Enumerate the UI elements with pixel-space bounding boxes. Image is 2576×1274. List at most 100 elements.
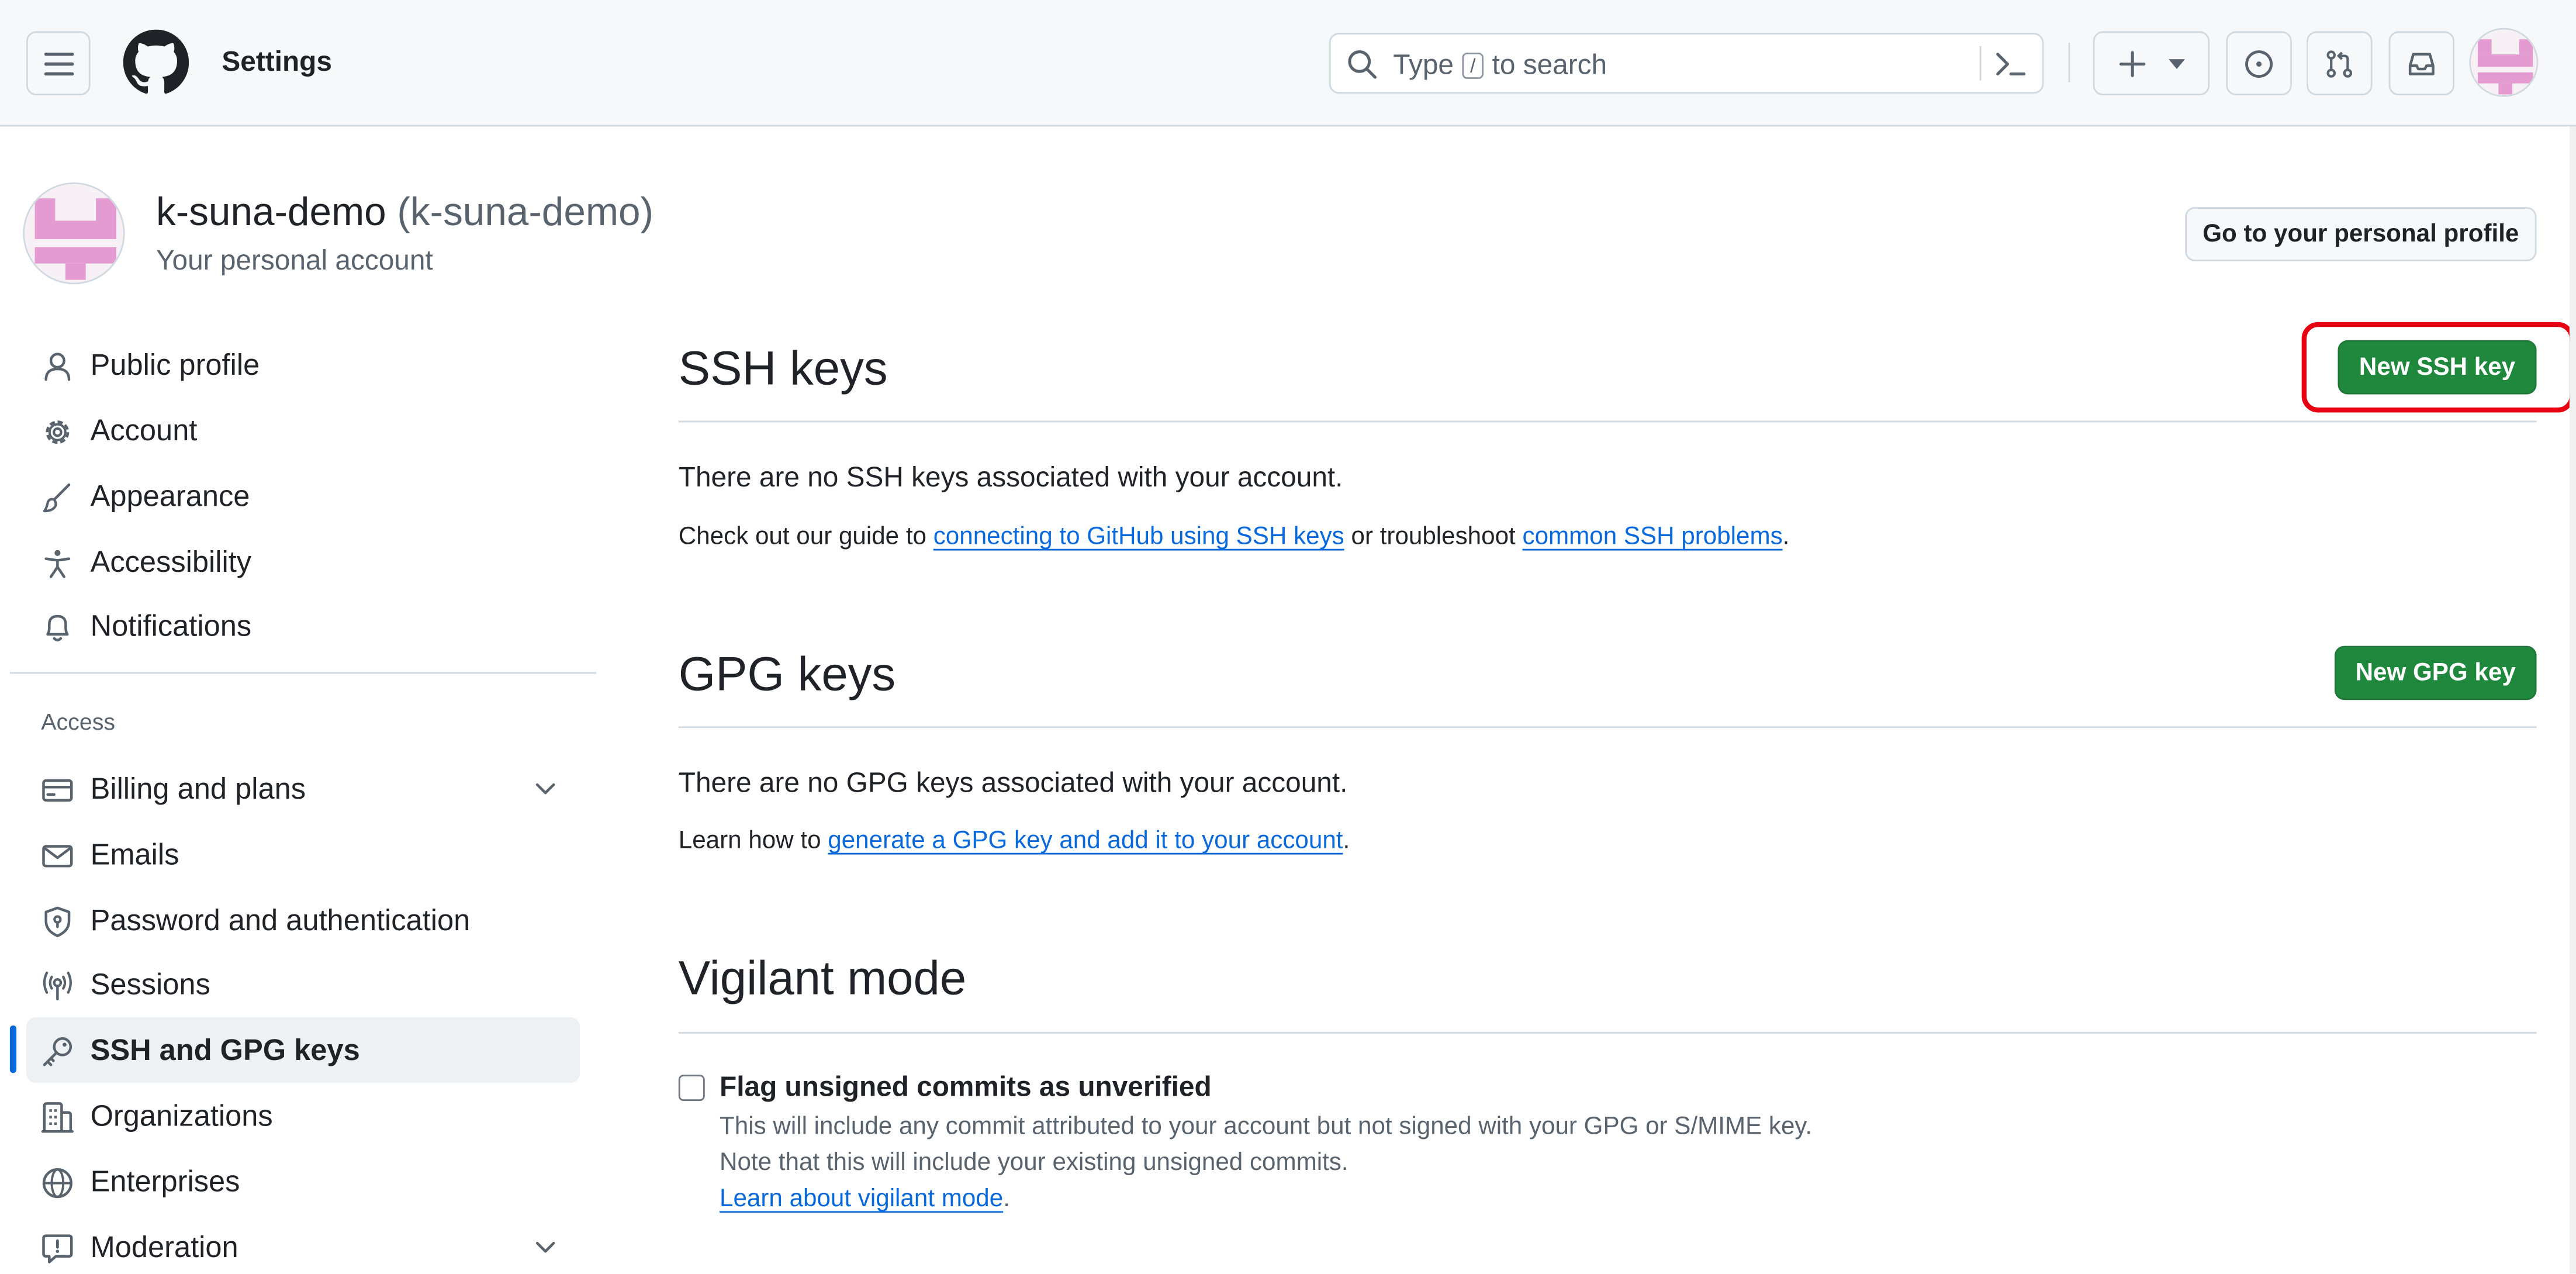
paintbrush-icon [43, 483, 71, 513]
context-title[interactable]: Settings [222, 46, 331, 79]
command-palette-icon[interactable] [1994, 49, 2027, 79]
settings-page: Settings Type / to search k-suna-demo (k… [0, 0, 2576, 1274]
vigilant-divider [678, 1032, 2537, 1034]
sidebar-item-ssh-gpg-keys[interactable]: SSH and GPG keys [26, 1017, 580, 1083]
sidebar-item-label: Account [90, 414, 198, 447]
menu-button[interactable] [26, 31, 91, 96]
search-placeholder: Type / to search [1393, 49, 1607, 82]
active-indicator [9, 1025, 17, 1073]
sidebar-item-label: Enterprises [90, 1165, 240, 1198]
sidebar-item-public-profile[interactable]: Public profile [26, 332, 580, 398]
accessibility-icon [44, 550, 71, 578]
account-subtitle: Your personal account [156, 244, 433, 277]
pull-requests-button[interactable] [2307, 31, 2373, 96]
chevron-down-icon[interactable] [534, 1236, 556, 1259]
sidebar-item-label: Notifications [90, 609, 252, 643]
gpg-learn-end: . [1343, 826, 1350, 855]
new-gpg-key-button[interactable]: New GPG key [2334, 645, 2537, 700]
identicon-avatar-icon [25, 184, 123, 283]
scrollbar-track[interactable] [2569, 126, 2576, 1274]
issues-button[interactable] [2226, 31, 2292, 96]
account-name: k-suna-demo (k-suna-demo) [156, 191, 653, 237]
search-divider [1979, 46, 1982, 81]
sidebar-item-label: Billing and plans [90, 772, 306, 806]
vigilant-learn-end: . [1003, 1185, 1010, 1213]
plus-icon [2118, 50, 2145, 77]
flag-unsigned-commits-checkbox[interactable] [678, 1075, 705, 1102]
sidebar-item-label: Organizations [90, 1099, 273, 1133]
sidebar-item-organizations[interactable]: Organizations [26, 1083, 580, 1148]
caret-down-icon [2167, 58, 2184, 68]
sidebar-item-label: Password and authentication [90, 903, 471, 937]
report-icon [42, 1234, 73, 1263]
sidebar-item-moderation[interactable]: Moderation [26, 1214, 580, 1274]
ssh-guide-text: Check out our guide to connecting to Git… [679, 523, 1790, 551]
key-icon [43, 1037, 72, 1066]
gpg-learn-prefix: Learn how to [678, 826, 821, 855]
mail-icon [42, 845, 73, 868]
sidebar-item-label: Emails [90, 838, 179, 871]
git-pull-request-icon [2326, 50, 2353, 77]
shield-lock-icon [44, 906, 71, 937]
organization-icon [41, 1102, 74, 1133]
go-to-profile-button[interactable]: Go to your personal profile [2185, 207, 2537, 261]
sidebar-item-enterprises[interactable]: Enterprises [26, 1149, 580, 1214]
gpg-generate-key-link[interactable]: generate a GPG key and add it to your ac… [828, 827, 1343, 855]
ssh-keys-heading: SSH keys [678, 343, 888, 396]
account-display-name[interactable]: k-suna-demo [156, 191, 386, 235]
highlight-box [2301, 322, 2575, 413]
ssh-empty-message: There are no SSH keys associated with yo… [678, 461, 1343, 493]
vigilant-note-2: Note that this will include your existin… [720, 1148, 1348, 1177]
hamburger-icon [43, 51, 74, 75]
sidebar-item-accessibility[interactable]: Accessibility [26, 529, 580, 595]
search-input[interactable]: Type / to search [1329, 33, 2044, 94]
person-icon [44, 353, 71, 381]
vigilant-learn-text: Learn about vigilant mode. [720, 1185, 1010, 1213]
ssh-connecting-guide-link[interactable]: connecting to GitHub using SSH keys [933, 523, 1344, 551]
broadcast-icon [43, 971, 72, 1001]
create-new-button[interactable] [2093, 31, 2210, 96]
inbox-icon [2408, 52, 2435, 75]
sidebar-item-sessions[interactable]: Sessions [26, 951, 580, 1017]
user-avatar-button[interactable] [2469, 27, 2539, 97]
bell-icon [46, 614, 69, 641]
vigilant-mode-heading: Vigilant mode [678, 953, 967, 1006]
sidebar-item-label: Accessibility [90, 545, 252, 579]
sidebar-item-label: Public profile [90, 348, 260, 382]
global-header: Settings Type / to search [0, 0, 2576, 127]
sidebar-item-label: Sessions [90, 968, 210, 1001]
sidebar-item-emails[interactable]: Emails [26, 821, 580, 887]
sidebar-item-label: Appearance [90, 479, 250, 513]
globe-icon [42, 1168, 72, 1199]
sidebar-item-notifications[interactable]: Notifications [26, 593, 580, 659]
sidebar-item-appearance[interactable]: Appearance [26, 464, 580, 529]
account-login: (k-suna-demo) [397, 191, 654, 235]
ssh-divider [678, 420, 2537, 423]
ssh-guide-middle: or troubleshoot [1351, 522, 1516, 551]
github-logo-icon[interactable] [123, 29, 189, 95]
inbox-button[interactable] [2388, 31, 2455, 96]
ssh-guide-end: . [1782, 522, 1790, 551]
search-shortcut-key: / [1462, 52, 1484, 79]
issue-opened-icon [2245, 49, 2273, 77]
ssh-troubleshoot-link[interactable]: common SSH problems [1523, 523, 1783, 551]
ssh-guide-prefix: Check out our guide to [678, 522, 927, 551]
vigilant-note-1: This will include any commit attributed … [720, 1112, 1813, 1141]
gpg-divider [678, 726, 2537, 729]
search-icon [1348, 50, 1377, 79]
header-separator [2068, 43, 2070, 82]
sidebar-item-billing[interactable]: Billing and plans [26, 756, 580, 821]
credit-card-icon [42, 779, 73, 802]
sidebar-item-password-authentication[interactable]: Password and authentication [26, 888, 580, 953]
account-avatar [23, 182, 125, 285]
search-prefix-text: Type [1393, 49, 1454, 81]
gpg-empty-message: There are no GPG keys associated with yo… [678, 767, 1348, 799]
search-suffix-text: to search [1492, 49, 1607, 81]
identicon-avatar-icon [2471, 29, 2537, 96]
chevron-down-icon[interactable] [534, 777, 556, 800]
vigilant-mode-learn-link[interactable]: Learn about vigilant mode [720, 1185, 1003, 1213]
sidebar-item-account[interactable]: Account [26, 398, 580, 463]
flag-unsigned-commits-label[interactable]: Flag unsigned commits as unverified [720, 1072, 1212, 1104]
sidebar-item-label: SSH and GPG keys [90, 1033, 360, 1067]
sidebar-divider [9, 672, 597, 674]
